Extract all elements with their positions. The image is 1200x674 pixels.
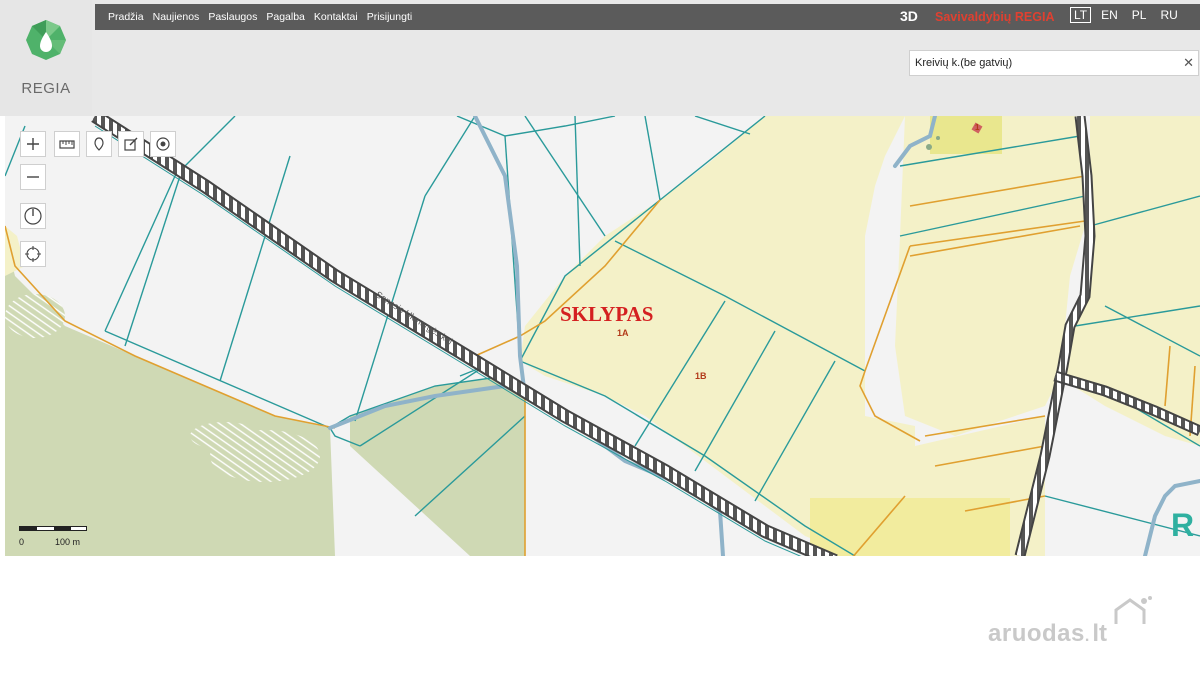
wetland-hatch-3	[190, 422, 260, 450]
measure-icon	[59, 140, 75, 149]
watermark-dot: .	[1084, 628, 1090, 645]
app-header: REGIA Pradžia Naujienos Paslaugos Pagalb…	[0, 0, 1200, 116]
close-icon[interactable]: ✕	[1183, 55, 1194, 71]
lang-lt[interactable]: LT	[1070, 7, 1092, 23]
plot-1b-label: 1B	[695, 371, 707, 381]
edit-icon	[124, 137, 138, 151]
logo-text: REGIA	[21, 80, 71, 97]
regia-logo-icon	[26, 20, 66, 60]
house-icon	[1114, 596, 1152, 624]
compass-icon	[24, 207, 42, 225]
locate-icon	[156, 137, 170, 151]
plot-1a-label: 1A	[617, 328, 629, 338]
language-switcher: LT EN PL RU	[1070, 7, 1182, 23]
point-marker	[926, 144, 932, 150]
wetland-hatch	[5, 294, 65, 338]
nav-item-prisijungti[interactable]: Prisijungti	[367, 11, 413, 23]
brand-name: Savivaldybių REGIA	[935, 10, 1055, 24]
scale-end-label: 100 m	[55, 537, 81, 547]
address-search-box: ✕	[909, 50, 1199, 76]
crosshair-icon	[25, 246, 41, 262]
nav-item-paslaugos[interactable]: Paslaugos	[208, 11, 257, 23]
nav-item-naujienos[interactable]: Naujienos	[153, 11, 200, 23]
zoom-in-button[interactable]	[20, 131, 46, 157]
nav-item-kontaktai[interactable]: Kontaktai	[314, 11, 358, 23]
address-search-input[interactable]	[910, 51, 1175, 75]
measure-button[interactable]	[54, 131, 80, 157]
map-canvas[interactable]: SKLYPAS 1A 1B Senasis Ukmergės kel 1 R	[5, 116, 1200, 556]
zoom-out-icon	[27, 176, 39, 178]
cadastral-map[interactable]: SKLYPAS 1A 1B Senasis Ukmergės kel 1 R 0…	[5, 116, 1200, 556]
plot-title-label: SKLYPAS	[560, 302, 653, 326]
aruodas-watermark: aruodas . lt	[988, 596, 1152, 650]
edit-button[interactable]	[118, 131, 144, 157]
corner-logo-fragment: R	[1171, 507, 1194, 543]
main-nav: Pradžia Naujienos Paslaugos Pagalba Kont…	[108, 4, 412, 30]
locate-button[interactable]	[150, 131, 176, 157]
plot-top-highlight	[930, 116, 1002, 154]
top-navigation-bar: Pradžia Naujienos Paslaugos Pagalba Kont…	[95, 4, 1200, 30]
watermark-name: aruodas	[988, 620, 1085, 647]
scale-bar-graphic	[19, 526, 87, 531]
3d-view-button[interactable]: 3D	[900, 8, 918, 24]
scale-start-label: 0	[19, 537, 25, 547]
lang-pl[interactable]: PL	[1128, 7, 1151, 23]
nav-item-pagalba[interactable]: Pagalba	[266, 11, 305, 23]
nav-item-pradzia[interactable]: Pradžia	[108, 11, 144, 23]
crosshair-button[interactable]	[20, 241, 46, 267]
marker-button[interactable]	[86, 131, 112, 157]
parcel-number-label: 1	[975, 123, 980, 132]
compass-button[interactable]	[20, 203, 46, 229]
lang-ru[interactable]: RU	[1156, 7, 1181, 23]
point-marker-2	[936, 136, 940, 140]
zoom-in-icon	[27, 138, 39, 150]
lang-en[interactable]: EN	[1097, 7, 1122, 23]
marker-icon	[94, 137, 104, 151]
regia-logo[interactable]: REGIA	[0, 0, 92, 116]
zoom-out-button[interactable]	[20, 164, 46, 190]
watermark-tld: lt	[1092, 620, 1107, 647]
map-scale-bar: 0 100 m	[19, 526, 99, 554]
